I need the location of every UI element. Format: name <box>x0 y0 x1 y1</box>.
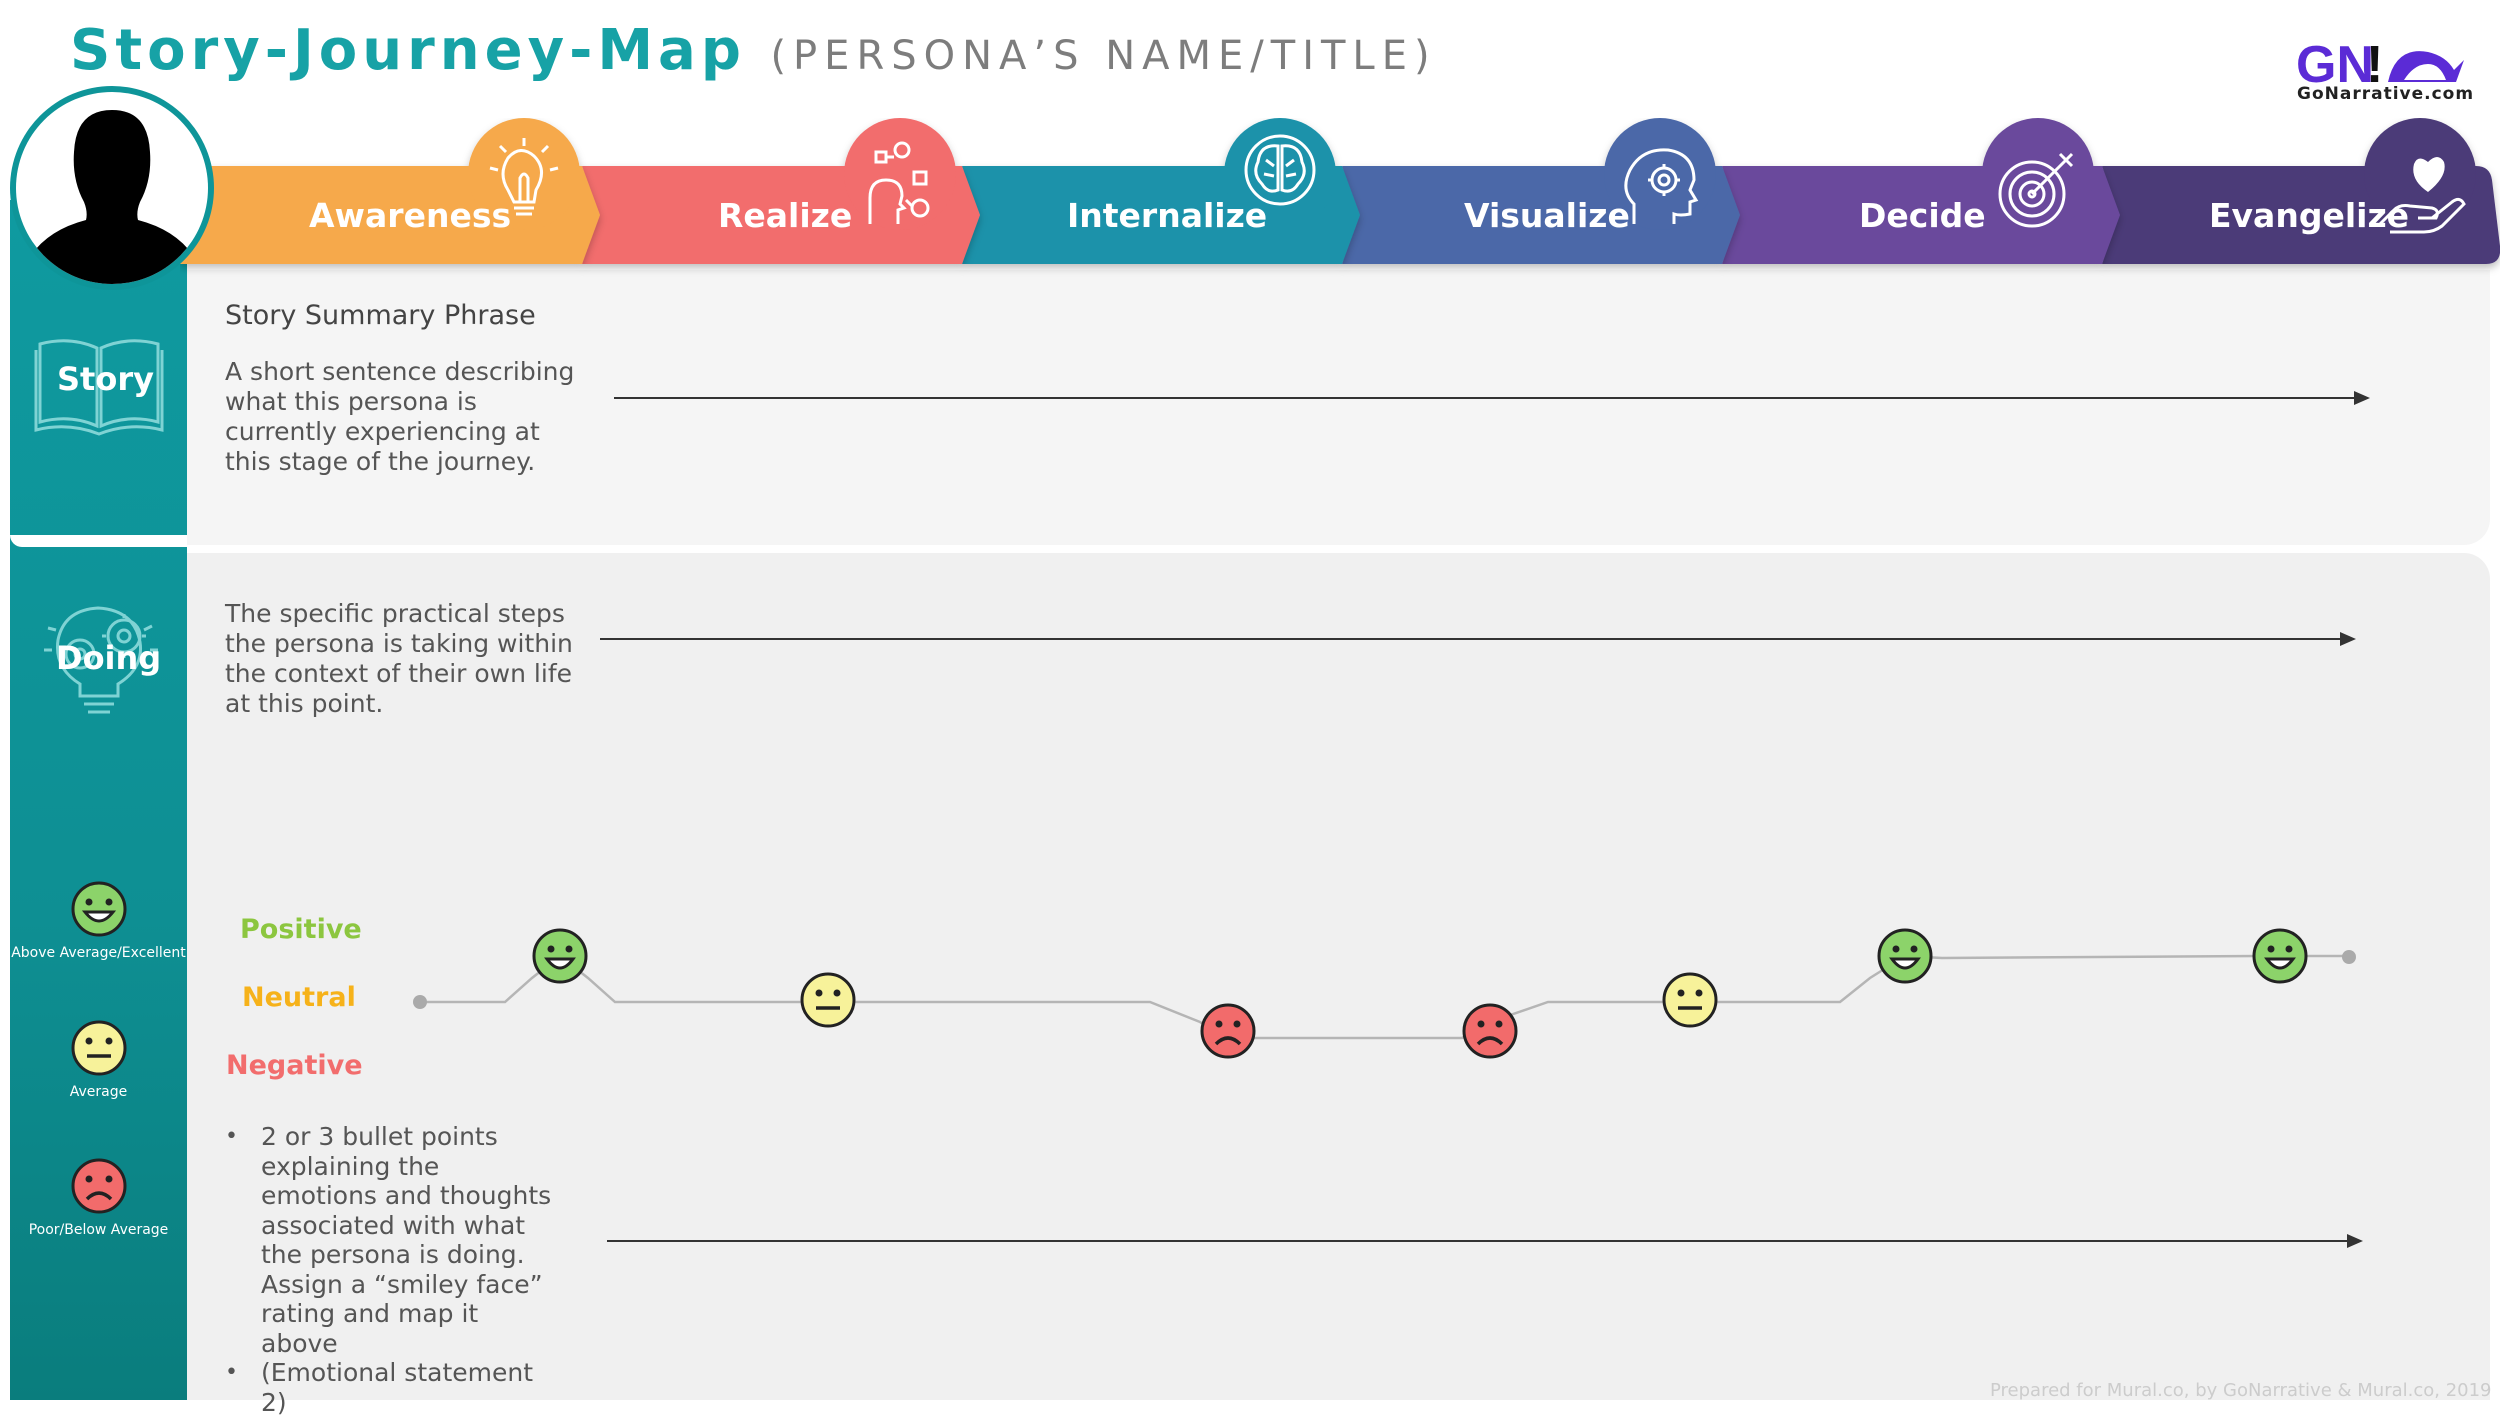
neutral-face-icon <box>800 972 856 1028</box>
happy-face-icon <box>532 928 588 984</box>
neutral-face-icon <box>1662 972 1718 1028</box>
happy-face-icon <box>2252 928 2308 984</box>
emotions-bullet-list: 2 or 3 bullet points explaining the emot… <box>222 1122 562 1417</box>
sad-face-icon <box>1462 1003 1518 1059</box>
curve-start-dot <box>413 995 427 1009</box>
emotion-curve-line <box>420 954 2348 1040</box>
emotion-bullet: (Emotional statement 2) <box>222 1358 562 1417</box>
sad-face-icon <box>1200 1003 1256 1059</box>
footer-credit: Prepared for Mural.co, by GoNarrative & … <box>1990 1380 2492 1401</box>
curve-end-dot <box>2342 950 2356 964</box>
emotions-timeline-arrow <box>607 1234 2363 1248</box>
happy-face-icon <box>1877 928 1933 984</box>
emotion-bullet: 2 or 3 bullet points explaining the emot… <box>222 1122 562 1358</box>
